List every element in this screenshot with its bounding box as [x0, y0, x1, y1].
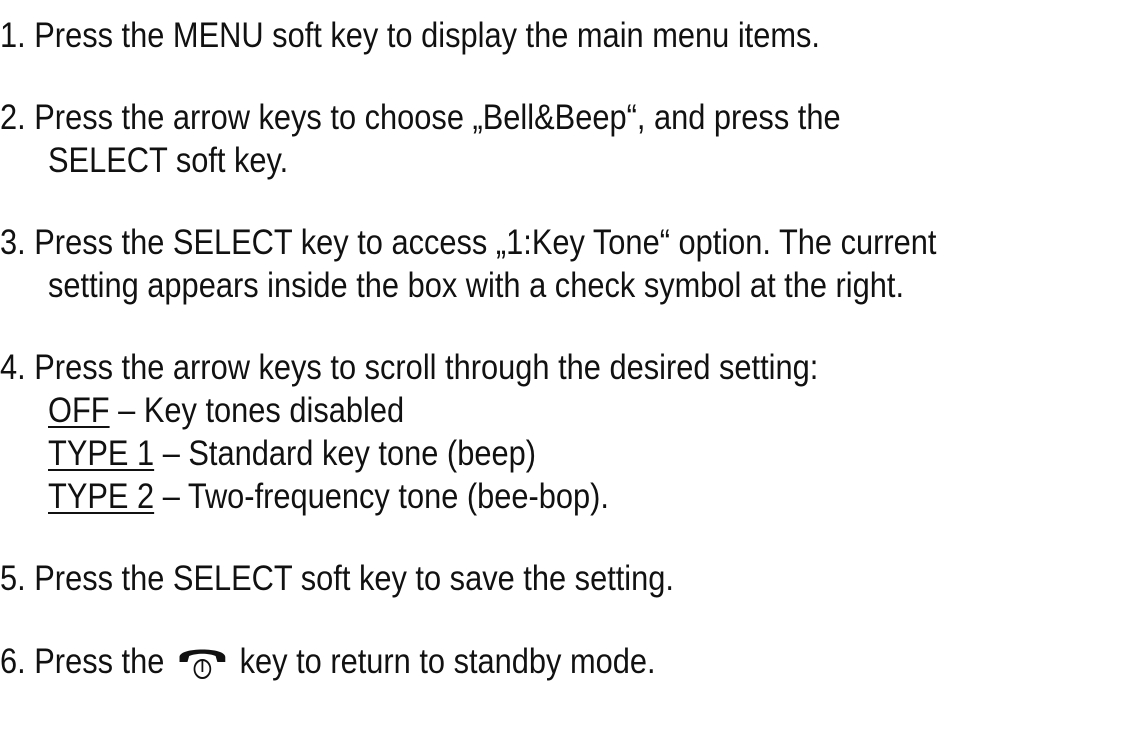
- step-2-text-2: SELECT soft key.: [48, 141, 289, 180]
- step-4-text-1: Press the arrow keys to scroll through t…: [34, 348, 819, 387]
- step-1-number: 1.: [0, 16, 26, 55]
- step-1-text: Press the MENU soft key to display the m…: [34, 16, 820, 55]
- option-type-1: TYPE 1 – Standard key tone (beep): [48, 436, 536, 471]
- option-type-1-desc: – Standard key tone (beep): [154, 434, 536, 473]
- option-type-2: TYPE 2 – Two-frequency tone (bee-bop).: [48, 479, 609, 514]
- step-6-text-before: Press the: [34, 642, 165, 681]
- step-2-number: 2.: [0, 98, 26, 137]
- step-3-text-1: Press the SELECT key to access „1:Key To…: [34, 223, 937, 262]
- option-off: OFF – Key tones disabled: [48, 393, 404, 428]
- step-5-text: Press the SELECT soft key to save the se…: [34, 559, 674, 598]
- step-5-number: 5.: [0, 559, 26, 598]
- step-6-line-1: 6. Press the key to return to standby mo…: [0, 643, 656, 679]
- step-5-line-1: 5. Press the SELECT soft key to save the…: [0, 561, 674, 596]
- step-4-line-1: 4. Press the arrow keys to scroll throug…: [0, 350, 818, 385]
- option-off-term: OFF: [48, 391, 110, 430]
- step-1-line-1: 1. Press the MENU soft key to display th…: [0, 18, 820, 53]
- option-off-desc: – Key tones disabled: [109, 391, 405, 430]
- step-3-text-2: setting appears inside the box with a ch…: [48, 266, 905, 305]
- step-3-line-1: 3. Press the SELECT key to access „1:Key…: [0, 225, 936, 260]
- step-2-text-1: Press the arrow keys to choose „Bell&Bee…: [34, 98, 841, 137]
- step-6-number: 6.: [0, 642, 26, 681]
- step-2-line-1: 2. Press the arrow keys to choose „Bell&…: [0, 100, 841, 135]
- end-call-key-icon: [176, 643, 227, 679]
- step-4-number: 4.: [0, 348, 26, 387]
- option-type-2-desc: – Two-frequency tone (bee-bop).: [154, 477, 610, 516]
- option-type-2-term: TYPE 2: [48, 477, 155, 516]
- step-3-number: 3.: [0, 223, 26, 262]
- step-2-line-2: SELECT soft key.: [48, 143, 288, 178]
- instruction-document: 1. Press the MENU soft key to display th…: [0, 0, 1142, 737]
- step-6-text-after: key to return to standby mode.: [239, 642, 656, 681]
- option-type-1-term: TYPE 1: [48, 434, 155, 473]
- step-3-line-2: setting appears inside the box with a ch…: [48, 268, 904, 303]
